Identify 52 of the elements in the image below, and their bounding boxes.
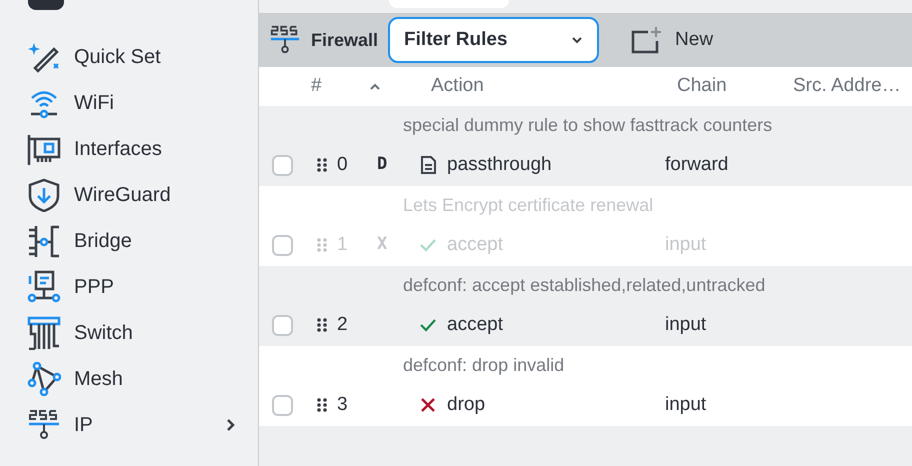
- rule-status-letter: X: [377, 233, 388, 256]
- network-card-icon: [27, 132, 61, 166]
- rule-number: 2: [337, 312, 349, 337]
- column-header[interactable]: Src. Addre…: [793, 72, 901, 101]
- mesh-icon: [27, 362, 61, 396]
- rule-chain: forward: [665, 152, 728, 177]
- sidebar-item[interactable]: WiFi: [0, 80, 258, 126]
- sort-caret-icon[interactable]: [369, 82, 381, 90]
- sidebar-item[interactable]: IP: [0, 402, 258, 448]
- drag-handle-icon[interactable]: [316, 157, 328, 173]
- rule-chain: input: [665, 232, 706, 257]
- sidebar-item[interactable]: WireGuard: [0, 172, 258, 218]
- rule-action: drop: [447, 392, 486, 417]
- drag-handle-icon[interactable]: [316, 397, 328, 413]
- chevron-down-icon: [571, 36, 584, 44]
- bridge-icon: [27, 224, 61, 258]
- cross-icon: [419, 396, 437, 414]
- rule-number: 1: [337, 232, 349, 257]
- ip-icon: [27, 408, 61, 442]
- sidebar-item[interactable]: Mesh: [0, 356, 258, 402]
- rule-comment: special dummy rule to show fasttrack counters: [403, 114, 772, 137]
- column-header[interactable]: #: [311, 72, 351, 101]
- rule-type-dropdown[interactable]: Filter Rules: [388, 17, 600, 64]
- switch-icon: [27, 316, 61, 350]
- add-icon: [631, 26, 662, 54]
- row-checkbox[interactable]: [272, 394, 293, 416]
- rule-comment: defconf: accept established,related,untracked: [403, 274, 766, 297]
- rule-chain: input: [665, 312, 706, 337]
- page-title: Firewall: [311, 28, 378, 52]
- sidebar-item[interactable]: PPP: [0, 264, 258, 310]
- shield-icon: [27, 178, 61, 212]
- sidebar-item[interactable]: Switch: [0, 310, 258, 356]
- rule-number: 3: [337, 392, 349, 417]
- column-header[interactable]: Action: [431, 72, 677, 101]
- sidebar-item[interactable]: Bridge: [0, 218, 258, 264]
- sidebar-item[interactable]: Quick Set: [0, 34, 258, 80]
- rule-status-letter: D: [377, 153, 388, 176]
- row-checkbox[interactable]: [272, 314, 293, 336]
- document-icon: [419, 156, 437, 174]
- sidebar-item[interactable]: Interfaces: [0, 126, 258, 172]
- column-header[interactable]: Chain: [677, 72, 793, 101]
- rule-comment: Lets Encrypt certificate renewal: [403, 194, 654, 217]
- rule-number: 0: [337, 152, 349, 177]
- drag-handle-icon[interactable]: [316, 317, 328, 333]
- rule-action: accept: [447, 232, 504, 257]
- row-checkbox[interactable]: [272, 154, 293, 176]
- rule-action: passthrough: [447, 152, 553, 177]
- ppp-icon: [27, 270, 61, 304]
- new-button[interactable]: New: [631, 26, 714, 55]
- rule-chain: input: [665, 392, 706, 417]
- rule-comment: defconf: drop invalid: [403, 354, 564, 377]
- rule-action: accept: [447, 312, 504, 337]
